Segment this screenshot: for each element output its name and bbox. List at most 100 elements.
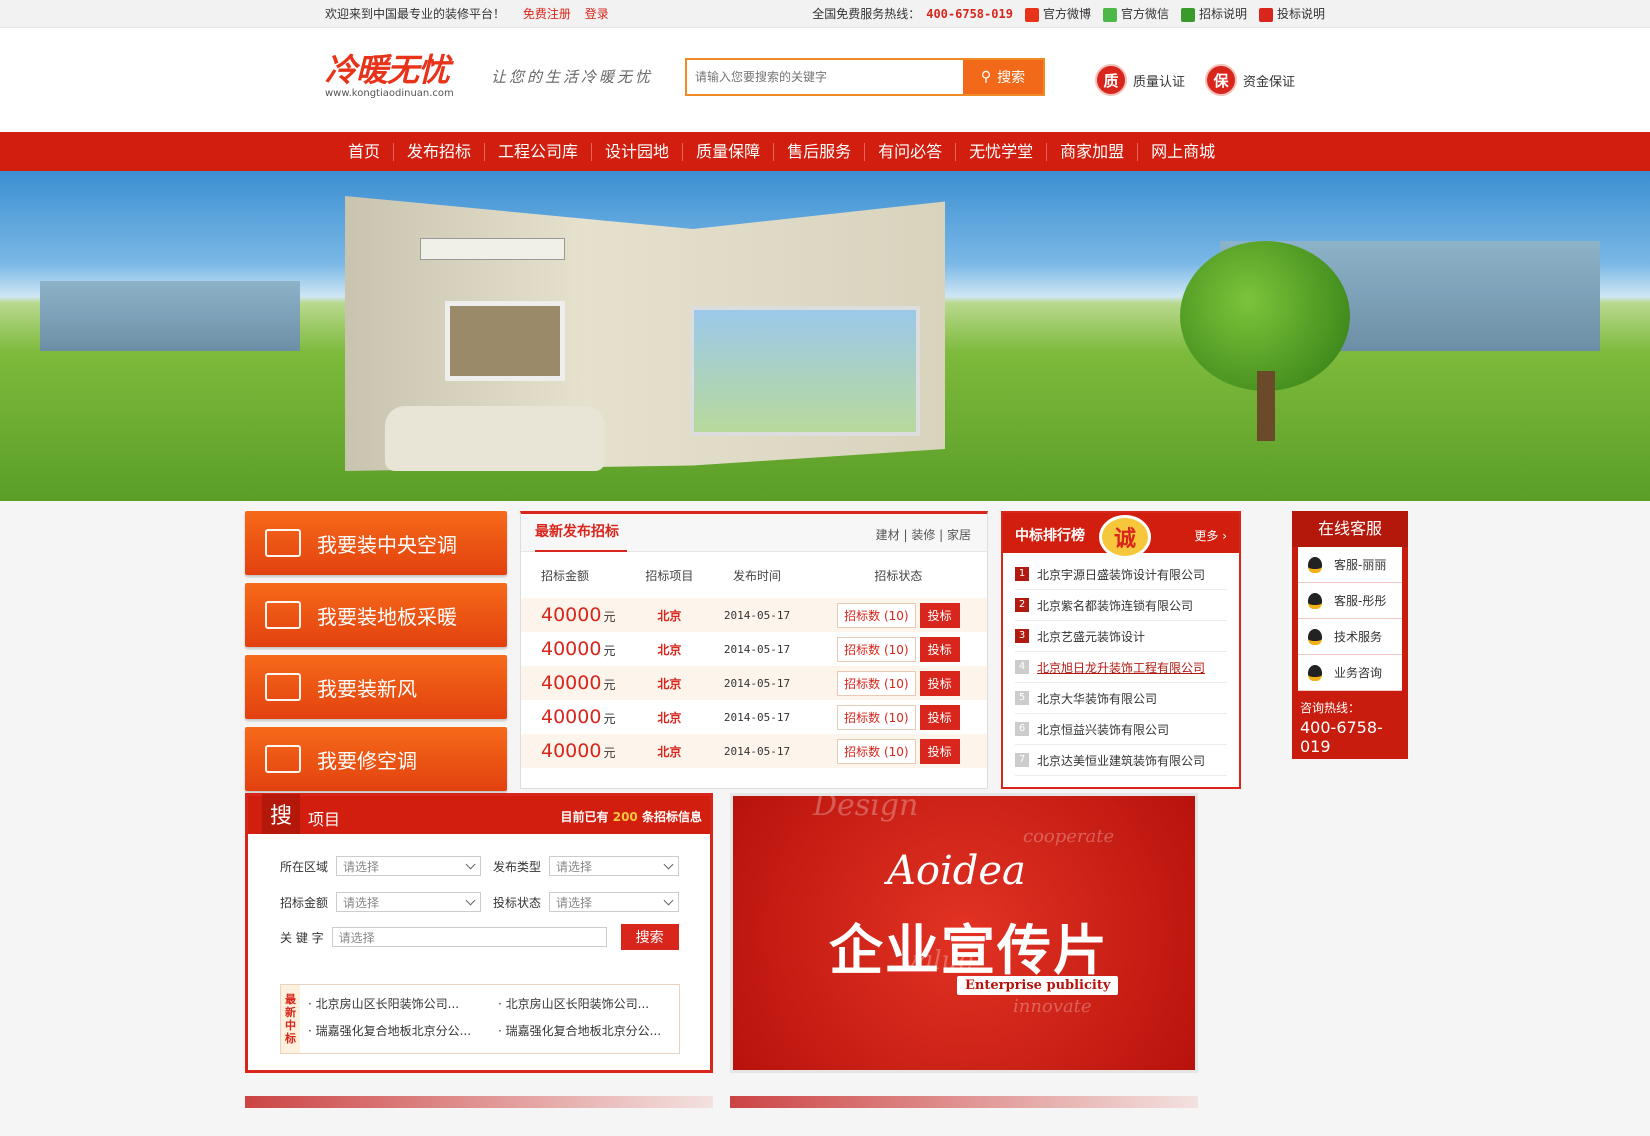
service-repair[interactable]: 我要修空调: [245, 727, 507, 791]
status-select[interactable]: 请选择: [549, 892, 680, 912]
tender-guide-link[interactable]: 投标说明: [1258, 0, 1325, 28]
list-item[interactable]: 4 北京旭日龙升装饰工程有限公司: [1015, 652, 1227, 683]
promo-video[interactable]: Design cooperate value innovate Aoidea 企…: [730, 793, 1198, 1073]
shield-icon: 质: [1095, 64, 1127, 96]
wechat-icon: [1102, 7, 1117, 22]
nav-quality[interactable]: 质量保障: [683, 142, 775, 161]
tender-button[interactable]: 投标: [919, 738, 960, 764]
service-agent[interactable]: 业务咨询: [1298, 655, 1402, 691]
list-item[interactable]: · 瑞嘉强化复合地板北京分公...: [498, 1022, 688, 1043]
hotline: 全国免费服务热线： 400-6758-019: [812, 0, 1013, 28]
table-row: 40000 元北京 2014-05-17 招标数 (10) 投标: [521, 666, 987, 700]
panel-title: 项目: [308, 810, 341, 829]
list-item[interactable]: 1 北京宇源日盛装饰设计有限公司: [1015, 559, 1227, 590]
list-item[interactable]: · 北京房山区长阳装饰公司...: [498, 995, 688, 1016]
list-item[interactable]: 2 北京紫名都装饰连锁有限公司: [1015, 590, 1227, 621]
table-row: 40000 元北京 2014-05-17 招标数 (10) 投标: [521, 700, 987, 734]
chevron-down-icon: [663, 895, 674, 905]
wechat-link[interactable]: 官方微信: [1102, 0, 1169, 28]
list-item[interactable]: 7 北京达美恒业建筑装饰有限公司: [1015, 745, 1227, 776]
logo[interactable]: 冷暖无忧 www.kongtiaodinuan.com: [325, 50, 485, 99]
list-item[interactable]: · 北京房山区长阳装饰公司...: [308, 995, 498, 1016]
keyword-input[interactable]: 请选择: [331, 927, 607, 947]
search-box: ⚲ 搜索: [685, 58, 1045, 96]
quality-cert[interactable]: 质 质量认证: [1095, 64, 1185, 96]
bid-count-button[interactable]: 招标数 (10): [837, 636, 916, 662]
service-fresh-air[interactable]: 我要装新风: [245, 655, 507, 719]
service-agent[interactable]: 技术服务: [1298, 619, 1402, 655]
bid-guide-link[interactable]: 招标说明: [1180, 0, 1247, 28]
nav-join[interactable]: 商家加盟: [1047, 142, 1139, 161]
main-nav: 首页 发布招标 工程公司库 设计园地 质量保障 售后服务 有问必答 无忧学堂 商…: [0, 132, 1650, 171]
nav-mall[interactable]: 网上商城: [1138, 142, 1228, 161]
bid-guide-label: 招标说明: [1198, 7, 1247, 21]
list-item[interactable]: 5 北京大华装饰有限公司: [1015, 683, 1227, 714]
latest-winners: 最新中标 · 北京房山区长阳装饰公司... · 北京房山区长阳装饰公司... ·…: [280, 984, 680, 1054]
weibo-link[interactable]: 官方微博: [1024, 0, 1091, 28]
list-item[interactable]: · 瑞嘉强化复合地板北京分公...: [308, 1022, 498, 1043]
nav-design[interactable]: 设计园地: [592, 142, 684, 161]
bid-categories[interactable]: 建材 | 装修 | 家居: [876, 526, 971, 543]
nav-school[interactable]: 无忧学堂: [956, 142, 1048, 161]
heating-icon: [265, 601, 301, 629]
bid-count-button[interactable]: 招标数 (10): [837, 670, 916, 696]
tender-button[interactable]: 投标: [919, 670, 960, 696]
service-agent[interactable]: 客服-彤彤: [1298, 583, 1402, 619]
area-select[interactable]: 请选择: [336, 856, 482, 876]
search-input[interactable]: [687, 60, 963, 94]
service-agent[interactable]: 客服-丽丽: [1298, 547, 1402, 583]
bid-info: 目前已有 200 条招标信息: [560, 810, 702, 824]
service-floor-heating[interactable]: 我要装地板采暖: [245, 583, 507, 647]
fund-guarantee[interactable]: 保 资金保证: [1205, 64, 1295, 96]
login-link[interactable]: 登录: [585, 7, 609, 21]
table-header: 招标金额 招标项目 发布时间 招标状态: [541, 568, 923, 583]
nav-publish-bid[interactable]: 发布招标: [394, 142, 486, 161]
bid-count-button[interactable]: 招标数 (10): [837, 738, 916, 764]
service-label: 我要装中央空调: [317, 532, 457, 557]
service-central-ac[interactable]: 我要装中央空调: [245, 511, 507, 575]
status-label: 投标状态: [493, 895, 542, 910]
bid-count-button[interactable]: 招标数 (10): [837, 704, 916, 730]
chevron-down-icon: [465, 895, 476, 905]
chevron-down-icon: [663, 859, 674, 869]
list-item[interactable]: 6 北京恒益兴装饰有限公司: [1015, 714, 1227, 745]
nav-company-library[interactable]: 工程公司库: [485, 142, 593, 161]
list-item[interactable]: 3 北京艺盛元装饰设计: [1015, 621, 1227, 652]
area-label: 所在区域: [280, 859, 329, 874]
search-button-label: 搜索: [997, 70, 1026, 86]
next-section-strip: [730, 1096, 1198, 1108]
sofa: [385, 406, 605, 471]
bid-count-button[interactable]: 招标数 (10): [837, 602, 916, 628]
city-skyline: [40, 281, 300, 351]
table-row: 40000 元北京 2014-05-17 招标数 (10) 投标: [521, 598, 987, 632]
panel-title: 中标排行榜: [1015, 528, 1085, 544]
arrow-icon: [1258, 7, 1273, 22]
tender-button[interactable]: 投标: [919, 636, 960, 662]
chevron-down-icon: [465, 859, 476, 869]
tender-button[interactable]: 投标: [919, 602, 960, 628]
topbar: 欢迎来到中国最专业的装修平台！ 免费注册 登录 全国免费服务热线： 400-675…: [0, 0, 1650, 28]
welcome-text: 欢迎来到中国最专业的装修平台！: [325, 7, 506, 21]
amount-select[interactable]: 请选择: [336, 892, 482, 912]
search-button[interactable]: ⚲ 搜索: [963, 60, 1043, 94]
hero-banner[interactable]: [0, 171, 1650, 501]
more-link[interactable]: 更多 ›: [1194, 527, 1227, 544]
tender-button[interactable]: 投标: [919, 704, 960, 730]
hotline-number: 400-6758-019: [1300, 718, 1383, 756]
keyword-label: 关 键 字: [280, 930, 324, 945]
fund-guarantee-label: 资金保证: [1243, 74, 1296, 90]
hotline-label: 全国免费服务热线：: [812, 7, 921, 21]
nav-after-sales[interactable]: 售后服务: [774, 142, 866, 161]
hotline-number: 400-6758-019: [926, 7, 1013, 21]
slogan: 让您的生活冷暖无忧: [491, 68, 654, 86]
nav-qa[interactable]: 有问必答: [865, 142, 957, 161]
nav-home[interactable]: 首页: [335, 142, 395, 161]
register-link[interactable]: 免费注册: [523, 7, 571, 21]
service-label: 我要修空调: [317, 748, 417, 773]
qq-icon: [1308, 628, 1322, 645]
wave-icon: [265, 673, 301, 701]
search-button[interactable]: 搜索: [620, 924, 679, 950]
type-label: 发布类型: [493, 859, 542, 874]
type-select[interactable]: 请选择: [549, 856, 680, 876]
promo-subtitle: Enterprise publicity: [957, 976, 1119, 995]
